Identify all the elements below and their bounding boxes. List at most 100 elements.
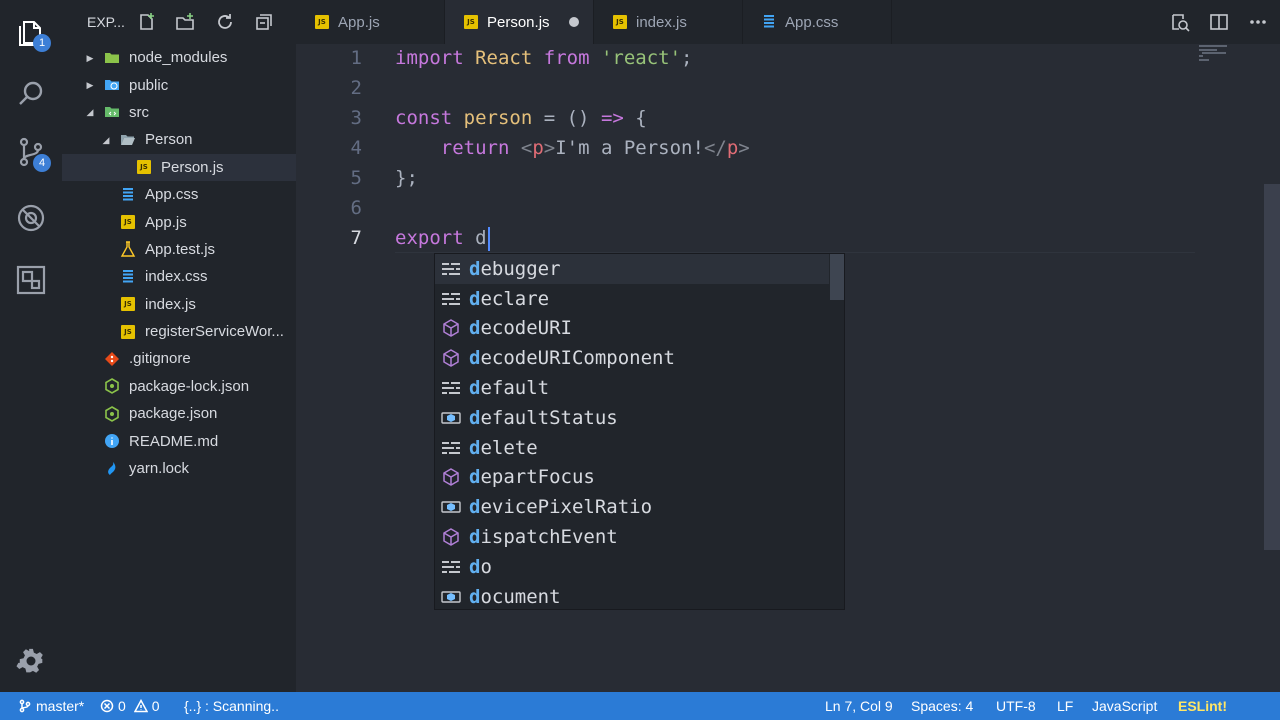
method-icon: [441, 527, 461, 547]
css-file-icon: [761, 14, 777, 30]
eslint-status[interactable]: ESLint!: [1178, 692, 1227, 720]
problems-indicator[interactable]: 0 0: [100, 692, 160, 720]
suggestion-item[interactable]: decodeURIComponent: [435, 343, 829, 373]
suggestion-item[interactable]: declare: [435, 284, 829, 314]
tree-item[interactable]: .gitignore: [62, 345, 296, 372]
suggestion-item[interactable]: debugger: [435, 254, 829, 284]
suggestion-widget[interactable]: debugger declare decodeURI decodeURICompone…: [434, 253, 845, 610]
keyword-icon: [441, 378, 461, 398]
explorer-badge: 1: [33, 34, 51, 52]
tree-item[interactable]: index.css: [62, 263, 296, 290]
tree-item[interactable]: yarn.lock: [62, 455, 296, 482]
method-icon: [441, 318, 461, 338]
variable-icon: [441, 408, 461, 428]
suggestion-item[interactable]: defaultStatus: [435, 403, 829, 433]
js-file-icon: JS: [314, 14, 330, 30]
tree-item-label: README.md: [129, 432, 219, 450]
tree-item[interactable]: ▶ public: [62, 71, 296, 98]
js-file-icon: JS: [120, 324, 136, 340]
tree-item[interactable]: App.css: [62, 181, 296, 208]
tree-item-label: App.js: [145, 213, 187, 231]
suggestion-label: devicePixelRatio: [469, 496, 652, 518]
tree-item[interactable]: App.test.js: [62, 236, 296, 263]
tab-index-js[interactable]: JS index.js: [594, 0, 743, 44]
suggestion-rest: ebugger: [480, 257, 561, 280]
explorer-title: EXP...: [87, 14, 125, 30]
suggestion-item[interactable]: departFocus: [435, 463, 829, 493]
suggestion-item[interactable]: delete: [435, 433, 829, 463]
tree-item[interactable]: JS index.js: [62, 291, 296, 318]
open-changes-icon[interactable]: [1170, 12, 1190, 32]
suggestion-item[interactable]: decodeURI: [435, 314, 829, 344]
suggestion-item[interactable]: dispatchEvent: [435, 522, 829, 552]
debug-icon[interactable]: [15, 202, 47, 234]
suggestion-item[interactable]: do: [435, 552, 829, 582]
tree-item[interactable]: ◢ src: [62, 99, 296, 126]
explorer-icon[interactable]: 1: [15, 16, 51, 52]
tree-item[interactable]: README.md: [62, 427, 296, 454]
tree-item[interactable]: JS Person.js: [62, 153, 296, 181]
folder-icon: [104, 50, 120, 66]
cursor-position[interactable]: Ln 7, Col 9: [825, 692, 893, 720]
language-mode[interactable]: JavaScript: [1092, 692, 1157, 720]
chevron-right-icon[interactable]: ▶: [85, 53, 95, 63]
tree-item[interactable]: package.json: [62, 400, 296, 427]
chevron-down-icon[interactable]: ◢: [85, 107, 95, 117]
branch-indicator[interactable]: master*: [18, 692, 84, 720]
line-number: 3: [350, 107, 362, 129]
suggestion-label: document: [469, 586, 561, 608]
tree-item-label: package-lock.json: [129, 377, 250, 395]
folder-open-icon: [120, 132, 136, 148]
code-token: = (): [532, 107, 601, 129]
split-editor-icon[interactable]: [1209, 12, 1229, 32]
new-folder-icon[interactable]: [175, 12, 195, 32]
indentation[interactable]: Spaces: 4: [911, 692, 973, 720]
encoding[interactable]: UTF-8: [996, 692, 1036, 720]
suggestion-item[interactable]: devicePixelRatio: [435, 492, 829, 522]
task-status[interactable]: {..} : Scanning..: [184, 692, 279, 720]
chevron-right-icon[interactable]: ▶: [85, 80, 95, 90]
suggestion-item[interactable]: default: [435, 373, 829, 403]
yarn-file-icon: [104, 461, 120, 477]
method-icon: [441, 467, 461, 487]
line-number: 7: [350, 227, 362, 249]
tree-item-label: App.test.js: [145, 240, 216, 258]
refresh-icon[interactable]: [215, 12, 235, 32]
code-line: 2: [296, 73, 1276, 103]
tree-item-label: package.json: [129, 405, 218, 423]
tree-item[interactable]: JS App.js: [62, 208, 296, 235]
tab-app-js[interactable]: JS App.js: [296, 0, 445, 44]
tree-item[interactable]: ◢ Person: [62, 126, 296, 153]
settings-gear-icon[interactable]: [15, 645, 47, 677]
source-control-icon[interactable]: 4: [15, 136, 51, 172]
tab-person-js[interactable]: JS Person.js: [445, 0, 594, 44]
collapse-all-icon[interactable]: [254, 12, 274, 32]
tree-item[interactable]: package-lock.json: [62, 373, 296, 400]
suggestion-item[interactable]: document: [435, 582, 829, 612]
search-icon[interactable]: [15, 78, 47, 110]
code-editor[interactable]: 1 import React from 'react'; 2 3 const perso…: [296, 44, 1280, 692]
code-line: 1 import React from 'react';: [296, 43, 1276, 73]
suggestion-match: d: [469, 377, 481, 400]
suggestion-label: departFocus: [469, 466, 595, 488]
new-file-icon[interactable]: [137, 12, 157, 32]
tree-item-label: Person.js: [161, 158, 224, 176]
tree-item[interactable]: ▶ node_modules: [62, 44, 296, 71]
code-token: ;: [681, 47, 693, 69]
unsaved-dot-icon[interactable]: [569, 17, 579, 27]
code-token: const: [395, 107, 453, 129]
line-number: 5: [350, 167, 362, 189]
warning-icon: [133, 699, 148, 713]
keyword-icon: [441, 557, 461, 577]
tab-app-css[interactable]: App.css: [743, 0, 892, 44]
extensions-icon[interactable]: [15, 264, 47, 296]
keyword-icon: [441, 438, 461, 458]
chevron-down-icon[interactable]: ◢: [101, 135, 111, 145]
more-actions-icon[interactable]: [1248, 12, 1268, 32]
tree-item[interactable]: JS registerServiceWor...: [62, 318, 296, 345]
end-of-line[interactable]: LF: [1057, 692, 1073, 720]
editor-tab-bar: JS App.js JS Person.js JS index.js App.css: [296, 0, 1280, 44]
suggestion-scrollbar[interactable]: [830, 254, 844, 300]
suggestion-rest: ecodeURIComponent: [480, 347, 675, 370]
code-token: </: [703, 137, 727, 159]
